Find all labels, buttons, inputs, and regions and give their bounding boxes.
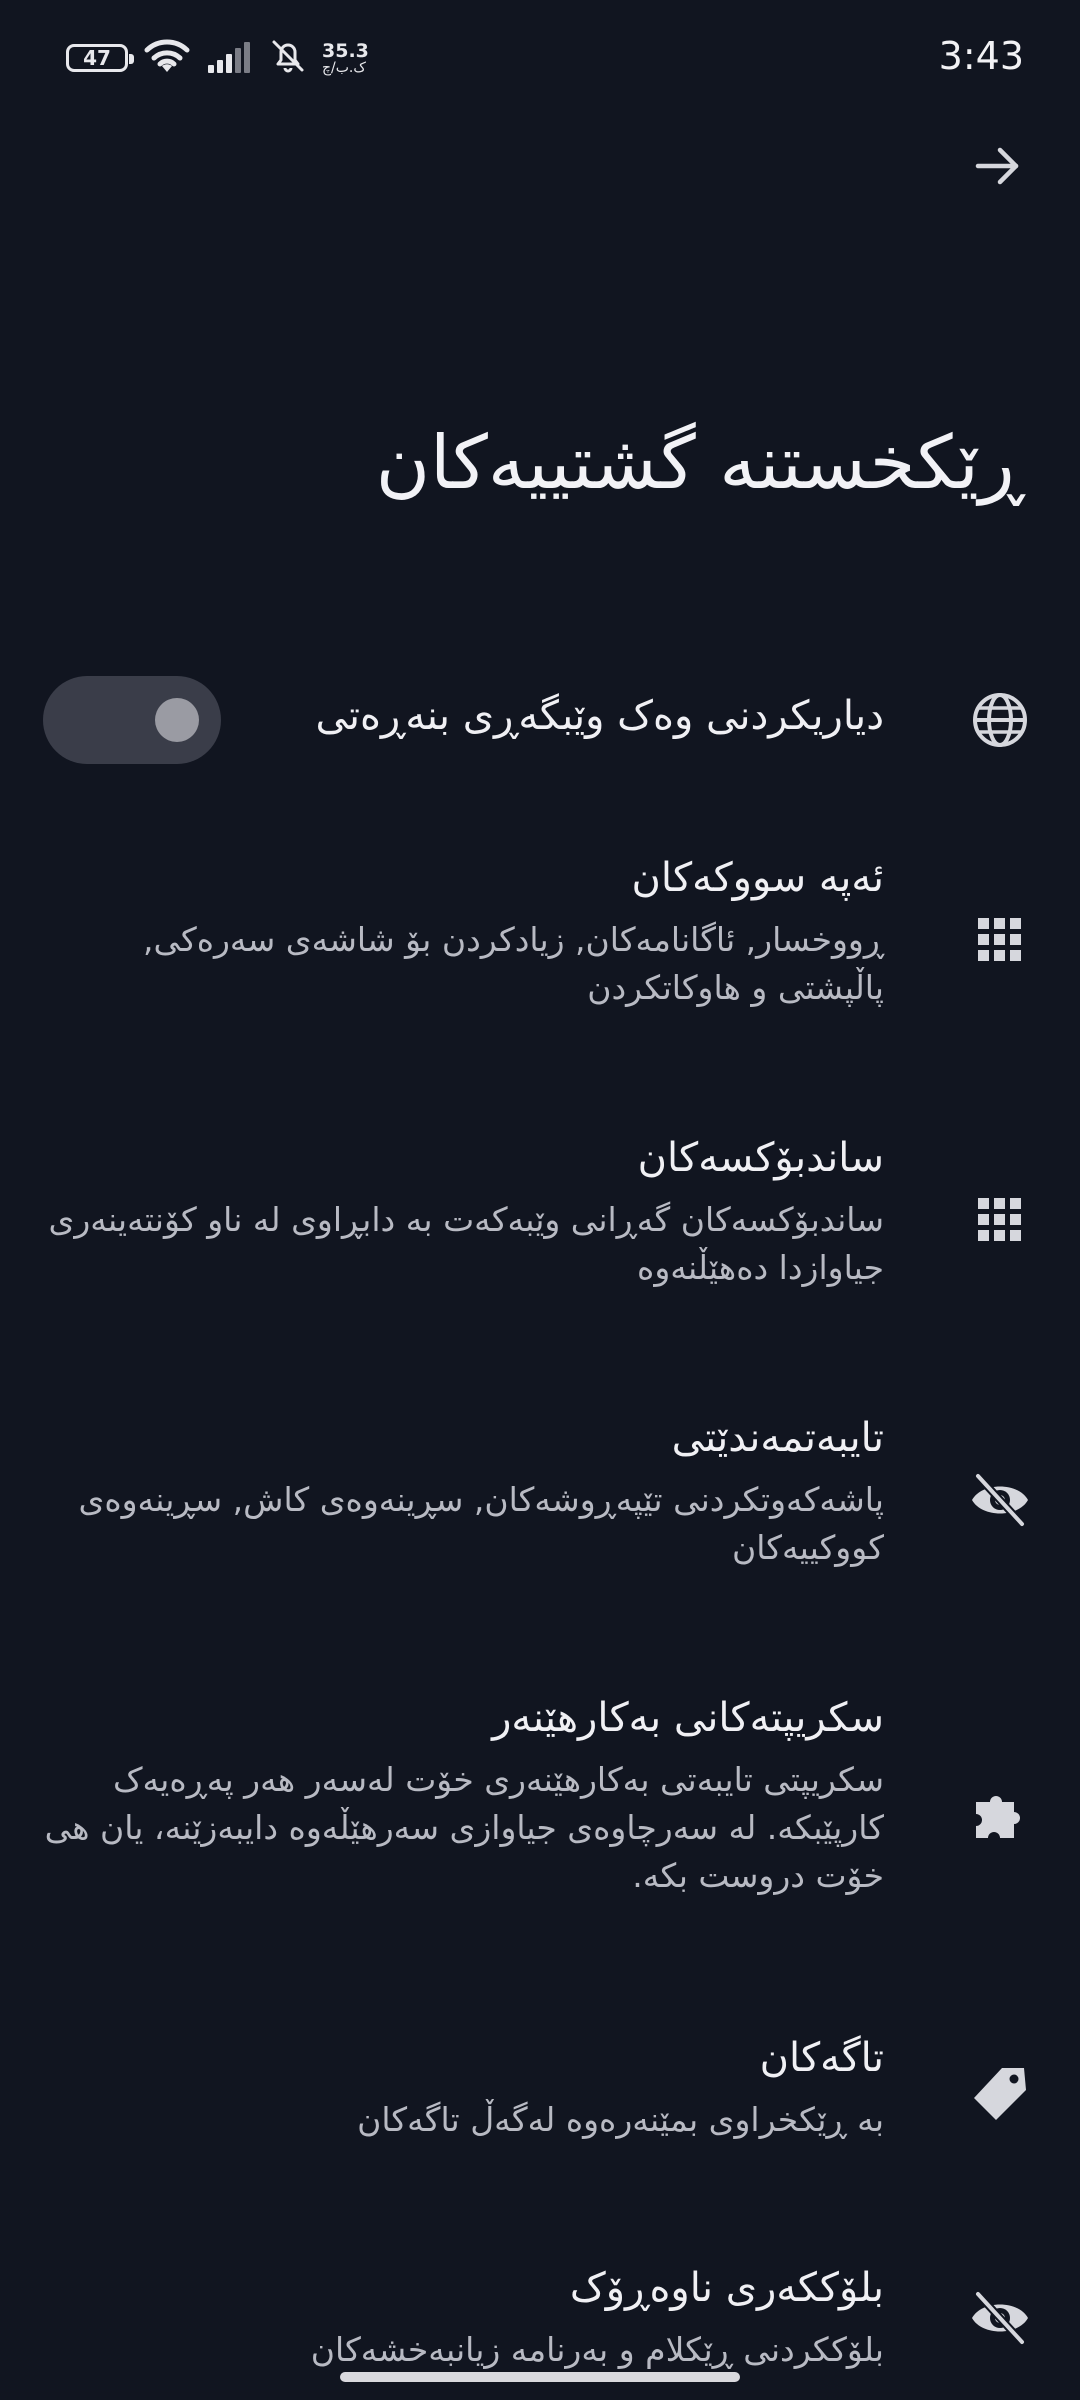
battery-icon: 47 [66, 44, 134, 72]
settings-item-text: تاگەکان بە ڕێکخراوی بمێنەرەوە لەگەڵ تاگە… [40, 2032, 884, 2144]
eye-off-icon [968, 1468, 1032, 1532]
home-indicator[interactable] [340, 2372, 740, 2382]
settings-item-subtitle: پاشەکەوتکردنی تێپەڕوشەکان, سڕینەوەی کاش,… [78, 1480, 885, 1567]
screen: 47 35.3 ک.ب/چ 3:43 ڕێکخستنە گشتییەکان دی… [0, 0, 1080, 2400]
settings-item-user-scripts[interactable]: سکریپتەکانی بەکارهێنەر سکریپتی تایبەتی ب… [0, 1680, 1080, 1940]
network-speed: 35.3 ک.ب/چ [322, 39, 369, 76]
settings-item-text: ئەپە سووکەکان ڕووخسار, ئاگانامەکان, زیاد… [40, 852, 884, 1012]
settings-item-subtitle: ساندبۆکسەکان گەڕانی وێبەکەت بە دابڕاوی ل… [48, 1200, 884, 1287]
status-bar: 47 35.3 ک.ب/چ 3:43 [0, 0, 1080, 110]
settings-item-subtitle: بلۆککردنی ڕێکلام و بەرنامە زیانبەخشەکان [310, 2330, 884, 2369]
eye-off-icon [968, 2286, 1032, 2350]
settings-item-text: ساندبۆکسەکان ساندبۆکسەکان گەڕانی وێبەکەت… [40, 1132, 884, 1292]
settings-item-text: دیاریکردنی وەک وێبگەڕی بنەڕەتی [260, 690, 884, 742]
settings-item-title: تاگەکان [759, 2035, 884, 2081]
net-speed-unit: ک.ب/چ [322, 59, 366, 76]
settings-item-sandboxes[interactable]: ساندبۆکسەکان ساندبۆکسەکان گەڕانی وێبەکەت… [0, 1120, 1080, 1320]
tag-icon [968, 2062, 1032, 2126]
settings-item-subtitle: بە ڕێکخراوی بمێنەرەوە لەگەڵ تاگەکان [357, 2100, 884, 2139]
arrow-right-icon [975, 147, 1019, 185]
settings-item-title: ساندبۆکسەکان [637, 1135, 884, 1181]
settings-item-title: دیاریکردنی وەک وێبگەڕی بنەڕەتی [315, 693, 884, 739]
settings-item-title: ئەپە سووکەکان [631, 855, 884, 901]
status-icons: 47 35.3 ک.ب/چ [66, 36, 369, 80]
settings-item-subtitle: سکریپتی تایبەتی بەکارهێنەری خۆت لەسەر هە… [44, 1760, 884, 1895]
globe-icon [968, 688, 1032, 752]
settings-item-light-apps[interactable]: ئەپە سووکەکان ڕووخسار, ئاگانامەکان, زیاد… [0, 840, 1080, 1040]
settings-item-tags[interactable]: تاگەکان بە ڕێکخراوی بمێنەرەوە لەگەڵ تاگە… [0, 2020, 1080, 2160]
grid-icon [968, 908, 1032, 972]
bell-muted-icon [268, 36, 308, 80]
settings-item-title: بلۆککەری ناوەڕۆک [569, 2265, 884, 2311]
forward-button[interactable] [966, 134, 1030, 198]
settings-item-text: بلۆککەری ناوەڕۆک بلۆککردنی ڕێکلام و بەرن… [40, 2262, 884, 2374]
settings-item-privacy[interactable]: تایبەتمەندێتی پاشەکەوتکردنی تێپەڕوشەکان,… [0, 1400, 1080, 1600]
net-speed-value: 35.3 [322, 39, 369, 62]
settings-item-title: تایبەتمەندێتی [671, 1415, 884, 1461]
page-title: ڕێکخستنە گشتییەکان [375, 420, 1024, 506]
grid-icon [968, 1188, 1032, 1252]
battery-level: 47 [83, 46, 111, 70]
signal-icon [206, 39, 254, 77]
default-browser-toggle[interactable] [43, 676, 221, 764]
wifi-icon [142, 36, 192, 80]
settings-item-text: سکریپتەکانی بەکارهێنەر سکریپتی تایبەتی ب… [40, 1692, 884, 1900]
toggle-knob [155, 698, 199, 742]
settings-item-title: سکریپتەکانی بەکارهێنەر [492, 1695, 884, 1741]
puzzle-icon [968, 1780, 1032, 1844]
clock: 3:43 [938, 34, 1024, 78]
settings-item-subtitle: ڕووخسار, ئاگانامەکان, زیادکردن بۆ شاشەی … [143, 920, 884, 1007]
settings-item-text: تایبەتمەندێتی پاشەکەوتکردنی تێپەڕوشەکان,… [40, 1412, 885, 1572]
